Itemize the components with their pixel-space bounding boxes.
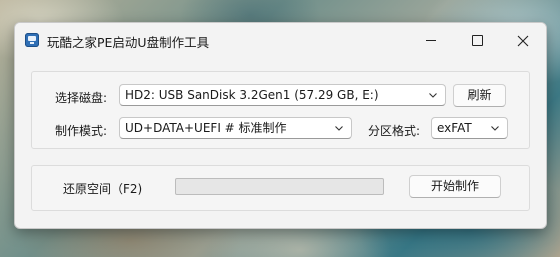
progress-bar xyxy=(175,178,384,195)
maximize-button[interactable] xyxy=(454,23,500,58)
window-title: 玩酷之家PE启动U盘制作工具 xyxy=(47,35,210,50)
chevron-down-icon xyxy=(491,126,499,131)
mode-select-value: UD+DATA+UEFI # 标准制作 xyxy=(125,121,287,135)
start-button[interactable]: 开始制作 xyxy=(409,175,501,198)
app-window: 玩酷之家PE启动U盘制作工具 选择磁盘: HD2: USB SanDisk 3.… xyxy=(14,22,547,229)
partition-select[interactable]: exFAT xyxy=(431,117,508,139)
disk-label: 选择磁盘: xyxy=(55,91,108,105)
restore-space-link[interactable]: 还原空间（F2) xyxy=(63,180,142,197)
close-button[interactable] xyxy=(500,23,546,58)
usb-drive-icon xyxy=(25,33,39,47)
minimize-icon xyxy=(426,40,436,41)
partition-label: 分区格式: xyxy=(368,124,421,138)
mode-label: 制作模式: xyxy=(55,124,108,138)
disk-select-value: HD2: USB SanDisk 3.2Gen1 (57.29 GB, E:) xyxy=(125,88,379,102)
partition-select-value: exFAT xyxy=(437,121,472,135)
minimize-button[interactable] xyxy=(408,23,454,58)
refresh-button[interactable]: 刷新 xyxy=(453,84,506,107)
chevron-down-icon xyxy=(335,126,343,131)
mode-select[interactable]: UD+DATA+UEFI # 标准制作 xyxy=(119,117,352,139)
close-icon xyxy=(517,35,529,46)
maximize-icon xyxy=(471,35,483,46)
disk-select[interactable]: HD2: USB SanDisk 3.2Gen1 (57.29 GB, E:) xyxy=(119,84,446,106)
chevron-down-icon xyxy=(429,93,437,98)
title-bar[interactable]: 玩酷之家PE启动U盘制作工具 xyxy=(15,23,546,58)
